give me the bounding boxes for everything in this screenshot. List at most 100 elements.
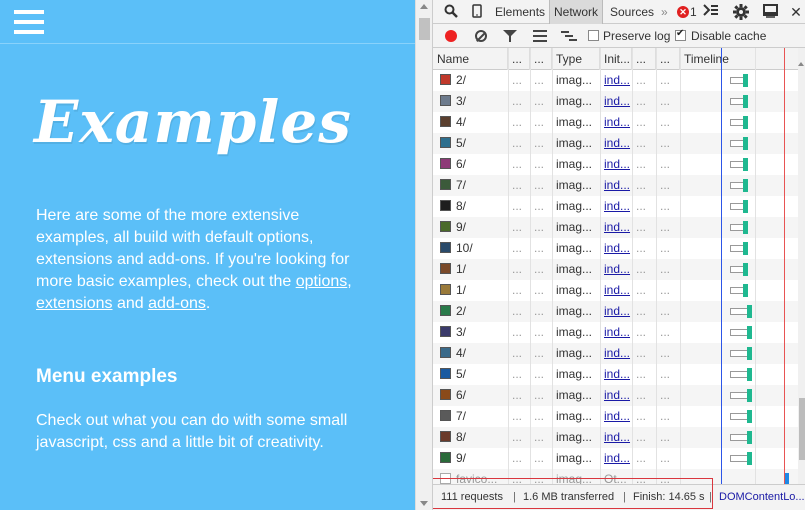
request-initiator[interactable]: ind... — [600, 70, 632, 91]
request-initiator[interactable]: ind... — [600, 238, 632, 259]
table-row[interactable]: 7/...... imag... ind......... — [433, 406, 798, 427]
scroll-up-arrow-icon[interactable] — [798, 62, 804, 66]
options-link[interactable]: options — [296, 273, 348, 290]
large-rows-icon[interactable] — [533, 30, 547, 42]
request-name[interactable]: 7/ — [436, 175, 508, 196]
request-initiator[interactable]: ind... — [600, 364, 632, 385]
request-name[interactable]: 6/ — [436, 154, 508, 175]
request-name[interactable]: 4/ — [436, 112, 508, 133]
disable-cache-label[interactable]: Disable cache — [691, 24, 766, 48]
request-initiator[interactable]: ind... — [600, 322, 632, 343]
table-row[interactable]: 6/...... imag... ind......... — [433, 154, 798, 175]
scroll-down-arrow-icon[interactable] — [420, 501, 428, 506]
request-initiator[interactable]: ind... — [600, 154, 632, 175]
request-initiator[interactable]: ind... — [600, 196, 632, 217]
table-row[interactable]: 8/...... imag... ind......... — [433, 196, 798, 217]
network-table-scrollbar[interactable] — [798, 48, 805, 484]
network-scroll-thumb[interactable] — [799, 398, 805, 460]
request-name[interactable]: 3/ — [436, 322, 508, 343]
request-name[interactable]: 8/ — [436, 196, 508, 217]
request-name[interactable]: 4/ — [436, 343, 508, 364]
request-initiator[interactable]: ind... — [600, 217, 632, 238]
timeline-bar — [730, 77, 744, 84]
request-initiator[interactable]: ind... — [600, 259, 632, 280]
record-button-icon[interactable] — [445, 30, 457, 42]
request-initiator[interactable]: ind... — [600, 385, 632, 406]
filter-icon[interactable] — [503, 30, 517, 42]
table-row[interactable]: 6/...... imag... ind......... — [433, 385, 798, 406]
tab-network[interactable]: Network — [549, 0, 604, 24]
request-initiator[interactable]: ind... — [600, 301, 632, 322]
dock-side-icon[interactable] — [763, 4, 779, 20]
page-scrollbar[interactable] — [415, 0, 432, 510]
column-header-size[interactable]: ... — [632, 48, 656, 70]
table-row[interactable]: 9/...... imag... ind......... — [433, 448, 798, 469]
request-name[interactable]: 6/ — [436, 385, 508, 406]
request-name[interactable]: 1/ — [436, 259, 508, 280]
request-name[interactable]: 2/ — [436, 70, 508, 91]
network-request-table: Name ... ... Type Init... ... ... Timeli… — [433, 48, 798, 484]
inspect-search-icon[interactable] — [443, 4, 459, 20]
more-tabs-icon[interactable]: » — [657, 0, 672, 24]
table-row[interactable]: 5/...... imag... ind......... — [433, 133, 798, 154]
column-header-status[interactable]: ... — [508, 48, 530, 70]
table-row[interactable]: 5/...... imag... ind......... — [433, 364, 798, 385]
request-name[interactable]: 2/ — [436, 301, 508, 322]
table-row[interactable]: 7/...... imag... ind......... — [433, 175, 798, 196]
request-name[interactable]: 9/ — [436, 217, 508, 238]
column-header-type[interactable]: Type — [552, 48, 600, 70]
preserve-log-checkbox[interactable] — [588, 30, 599, 41]
error-count[interactable]: 1 — [690, 0, 697, 24]
scroll-up-arrow-icon[interactable] — [420, 4, 428, 9]
close-devtools-icon[interactable]: ✕ — [788, 4, 804, 20]
request-initiator[interactable]: ind... — [600, 133, 632, 154]
extensions-link[interactable]: extensions — [36, 295, 113, 312]
request-initiator[interactable]: ind... — [600, 175, 632, 196]
request-name[interactable]: 8/ — [436, 427, 508, 448]
column-header-initiator[interactable]: Init... — [600, 48, 632, 70]
table-row[interactable]: 4/...... imag... ind......... — [433, 343, 798, 364]
request-initiator[interactable]: ind... — [600, 406, 632, 427]
request-name[interactable]: 7/ — [436, 406, 508, 427]
table-row[interactable]: 3/...... imag... ind......... — [433, 322, 798, 343]
domcontentloaded-time[interactable]: DOMContentLo... — [719, 485, 805, 509]
page-scroll-thumb[interactable] — [419, 18, 430, 40]
column-header-method[interactable]: ... — [530, 48, 552, 70]
console-drawer-icon[interactable] — [703, 4, 719, 20]
request-initiator[interactable]: ind... — [600, 280, 632, 301]
device-mode-icon[interactable] — [469, 4, 485, 20]
request-name[interactable]: 3/ — [436, 91, 508, 112]
request-name[interactable]: 10/ — [436, 238, 508, 259]
table-row[interactable]: 9/...... imag... ind......... — [433, 217, 798, 238]
error-badge-icon[interactable]: ✕ — [677, 6, 689, 18]
request-initiator[interactable]: ind... — [600, 343, 632, 364]
column-header-timeline[interactable]: Timeline — [680, 48, 798, 70]
tab-elements[interactable]: Elements — [491, 0, 549, 24]
request-initiator[interactable]: ind... — [600, 427, 632, 448]
hamburger-menu-icon[interactable] — [14, 10, 44, 34]
table-row[interactable]: 1/...... imag... ind......... — [433, 280, 798, 301]
preserve-log-label[interactable]: Preserve log — [603, 24, 670, 48]
request-name[interactable]: 5/ — [436, 133, 508, 154]
table-row[interactable]: 4/...... imag... ind......... — [433, 112, 798, 133]
tab-sources[interactable]: Sources — [606, 0, 658, 24]
table-row[interactable]: 3/...... imag... ind......... — [433, 91, 798, 112]
request-name[interactable]: 5/ — [436, 364, 508, 385]
table-row[interactable]: 2/...... imag... ind......... — [433, 301, 798, 322]
overview-waterfall-icon[interactable] — [561, 30, 577, 42]
table-row[interactable]: 10/...... imag... ind......... — [433, 238, 798, 259]
request-initiator[interactable]: ind... — [600, 448, 632, 469]
column-header-time[interactable]: ... — [656, 48, 680, 70]
table-row[interactable]: 8/...... imag... ind......... — [433, 427, 798, 448]
request-initiator[interactable]: ind... — [600, 112, 632, 133]
column-header-name[interactable]: Name — [433, 48, 508, 70]
addons-link[interactable]: add-ons — [148, 295, 206, 312]
clear-button-icon[interactable] — [475, 30, 487, 42]
request-name[interactable]: 1/ — [436, 280, 508, 301]
request-name[interactable]: 9/ — [436, 448, 508, 469]
request-initiator[interactable]: ind... — [600, 91, 632, 112]
disable-cache-checkbox[interactable] — [675, 28, 686, 41]
table-row[interactable]: 2/...... imag... ind......... — [433, 70, 798, 91]
settings-gear-icon[interactable] — [733, 4, 749, 20]
table-row[interactable]: 1/...... imag... ind......... — [433, 259, 798, 280]
